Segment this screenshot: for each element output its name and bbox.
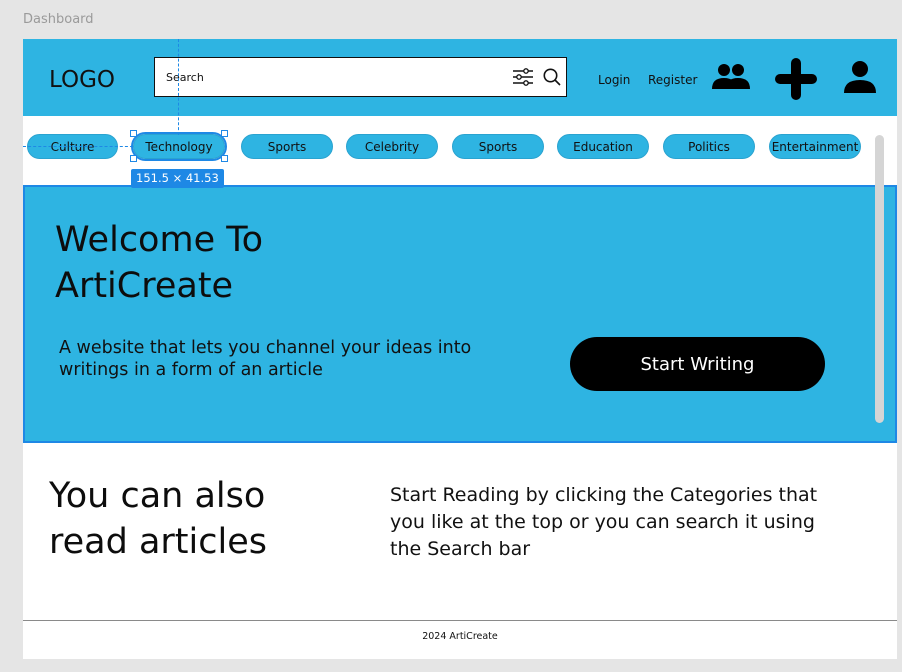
dashboard-frame: LOGO Search Login Register Culture Techn… <box>23 39 897 659</box>
search-input[interactable]: Search <box>166 71 204 84</box>
login-link[interactable]: Login <box>598 73 630 87</box>
hero-title: Welcome To ArtiCreate <box>55 217 375 309</box>
logo[interactable]: LOGO <box>49 67 115 93</box>
category-sports[interactable]: Sports <box>241 134 333 159</box>
footer-copyright: 2024 ArtiCreate <box>422 631 498 642</box>
hero-title-line1: Welcome To <box>55 220 264 260</box>
category-politics[interactable]: Politics <box>663 134 755 159</box>
read-section-title: You can also read articles <box>49 473 349 565</box>
resize-handle-tr[interactable] <box>221 130 228 137</box>
category-sports-2[interactable]: Sports <box>452 134 544 159</box>
category-technology[interactable]: Technology <box>131 132 227 161</box>
resize-handle-bl[interactable] <box>130 155 137 162</box>
plus-icon[interactable] <box>774 57 818 105</box>
hero-subtitle: A website that lets you channel your ide… <box>59 338 472 380</box>
hero-title-line2: ArtiCreate <box>55 266 234 306</box>
scrollbar[interactable] <box>875 135 884 423</box>
search-bar[interactable]: Search <box>154 57 567 97</box>
start-writing-button[interactable]: Start Writing <box>570 337 825 391</box>
register-link[interactable]: Register <box>648 73 697 87</box>
guide-line-horizontal <box>23 146 133 147</box>
dimension-badge: 151.5 × 41.53 <box>131 169 224 188</box>
category-celebrity[interactable]: Celebrity <box>346 134 438 159</box>
resize-handle-br[interactable] <box>221 155 228 162</box>
read-title-line1: You can also <box>49 476 266 516</box>
footer: 2024 ArtiCreate <box>23 620 897 659</box>
guide-line-vertical <box>178 39 179 135</box>
filter-icon[interactable] <box>512 67 534 91</box>
account-icon[interactable] <box>842 59 878 99</box>
header: LOGO Search Login Register <box>23 39 897 116</box>
frame-label: Dashboard <box>23 12 94 27</box>
read-title-line2: read articles <box>49 522 267 562</box>
read-section-text: Start Reading by clicking the Categories… <box>390 484 818 560</box>
category-entertainment[interactable]: Entertainment <box>769 134 861 159</box>
user-group-icon[interactable] <box>711 63 751 95</box>
category-education[interactable]: Education <box>557 134 649 159</box>
search-icon[interactable] <box>542 67 562 91</box>
hero-banner: Welcome To ArtiCreate A website that let… <box>23 185 897 443</box>
resize-handle-tl[interactable] <box>130 130 137 137</box>
